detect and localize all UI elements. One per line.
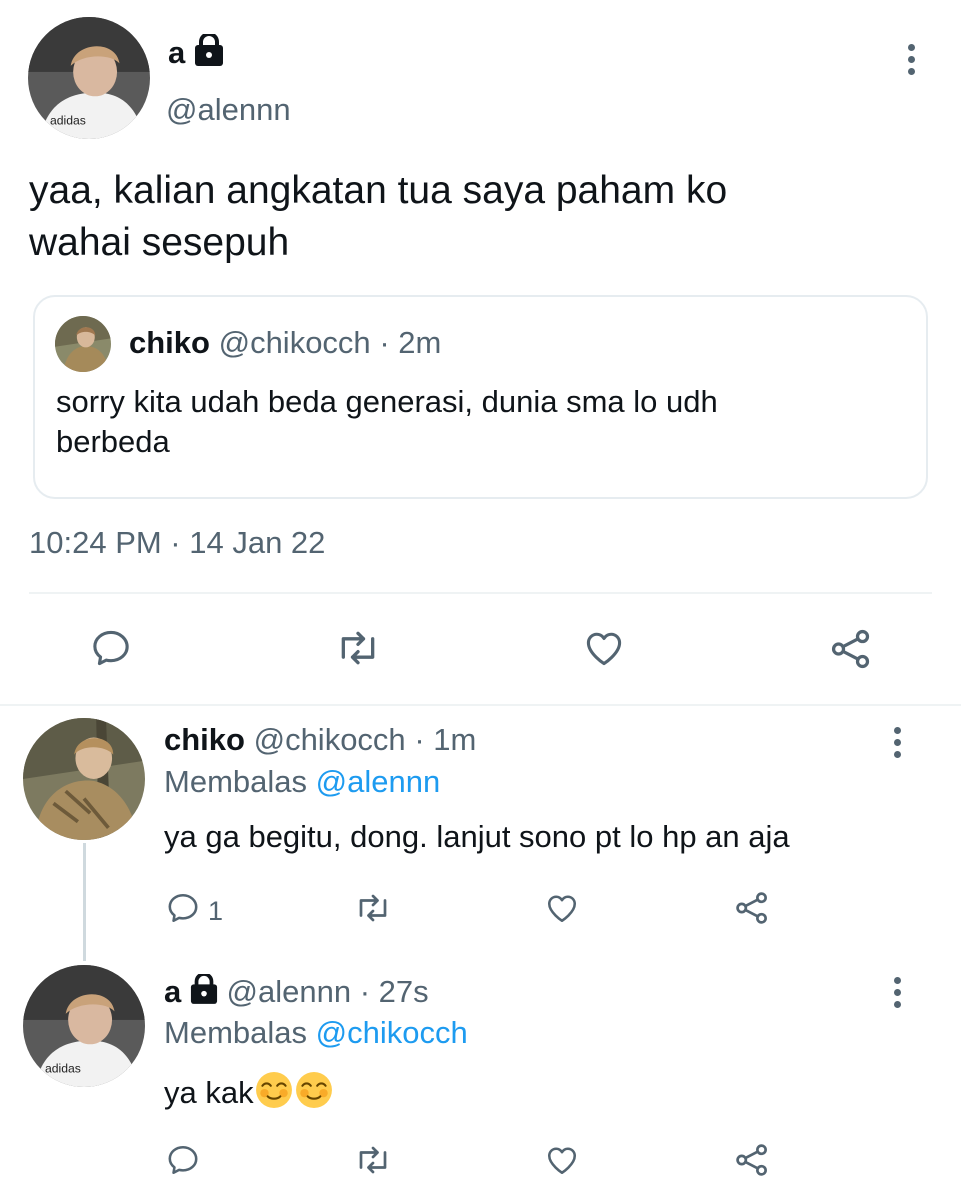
more-icon[interactable] (891, 977, 903, 1013)
reply-icon[interactable] (165, 1142, 201, 1178)
thread-line (83, 843, 86, 961)
like-icon[interactable] (582, 626, 626, 670)
share-icon[interactable] (733, 1141, 771, 1179)
share-icon[interactable] (733, 889, 771, 927)
quoted-tweet-card[interactable]: chiko @chikocch · 2m sorry kita udah bed… (33, 295, 928, 499)
svg-text:adidas: adidas (50, 113, 86, 127)
main-timestamp: 10:24 PM · 14 Jan 22 (29, 525, 326, 560)
reply1-time: · 1m (414, 722, 477, 757)
retweet-icon[interactable] (353, 890, 393, 926)
divider (0, 704, 961, 706)
quoted-handle: @chikocch (218, 325, 371, 360)
lock-icon (190, 972, 218, 1014)
avatar-alennn[interactable]: adidas (28, 17, 150, 139)
reply2-time: · 27s (359, 974, 429, 1009)
main-handle[interactable]: @alennn (166, 90, 291, 130)
share-icon[interactable] (828, 626, 874, 672)
lock-icon (194, 31, 224, 76)
main-display-name[interactable]: a (168, 35, 185, 70)
reply1-replying-link[interactable]: @alennn (316, 764, 441, 799)
retweet-icon[interactable] (353, 1142, 393, 1178)
quoted-display-name: chiko (129, 325, 210, 360)
reply1-replying-label: Membalas (164, 764, 307, 799)
reply1-display-name[interactable]: chiko (164, 722, 245, 757)
reply-icon[interactable] (89, 626, 133, 670)
retweet-icon[interactable] (334, 626, 382, 670)
more-icon[interactable] (905, 44, 917, 80)
main-tweet-text-line1: yaa, kalian angkatan tua saya paham ko (29, 169, 728, 212)
reply1-handle[interactable]: @chikocch (254, 722, 406, 757)
quoted-text-line1: sorry kita udah beda generasi, dunia sma… (56, 384, 718, 419)
blush-emoji (295, 1071, 333, 1119)
like-icon[interactable] (544, 1142, 580, 1178)
divider (29, 592, 932, 594)
blush-emoji (255, 1071, 293, 1119)
reply2-text: ya kak (164, 1075, 254, 1111)
reply2-replying-link[interactable]: @chikocch (316, 1015, 468, 1050)
avatar-chikocch-small (55, 316, 111, 372)
reply-icon[interactable] (165, 890, 201, 926)
avatar-chikocch[interactable] (23, 718, 145, 840)
reply2-handle[interactable]: @alennn (227, 974, 352, 1009)
reply1-text: ya ga begitu, dong. lanjut sono pt lo hp… (164, 819, 790, 854)
avatar-alennn[interactable]: adidas (23, 965, 145, 1087)
quoted-text-line2: berbeda (56, 424, 170, 459)
like-icon[interactable] (544, 890, 580, 926)
reply2-display-name[interactable]: a (164, 974, 181, 1009)
more-icon[interactable] (891, 727, 903, 763)
reply2-replying-label: Membalas (164, 1015, 307, 1050)
main-tweet-text-line2: wahai sesepuh (29, 221, 290, 264)
quoted-time: · 2m (379, 325, 442, 360)
svg-text:adidas: adidas (45, 1061, 81, 1075)
reply-count: 1 (208, 896, 224, 926)
